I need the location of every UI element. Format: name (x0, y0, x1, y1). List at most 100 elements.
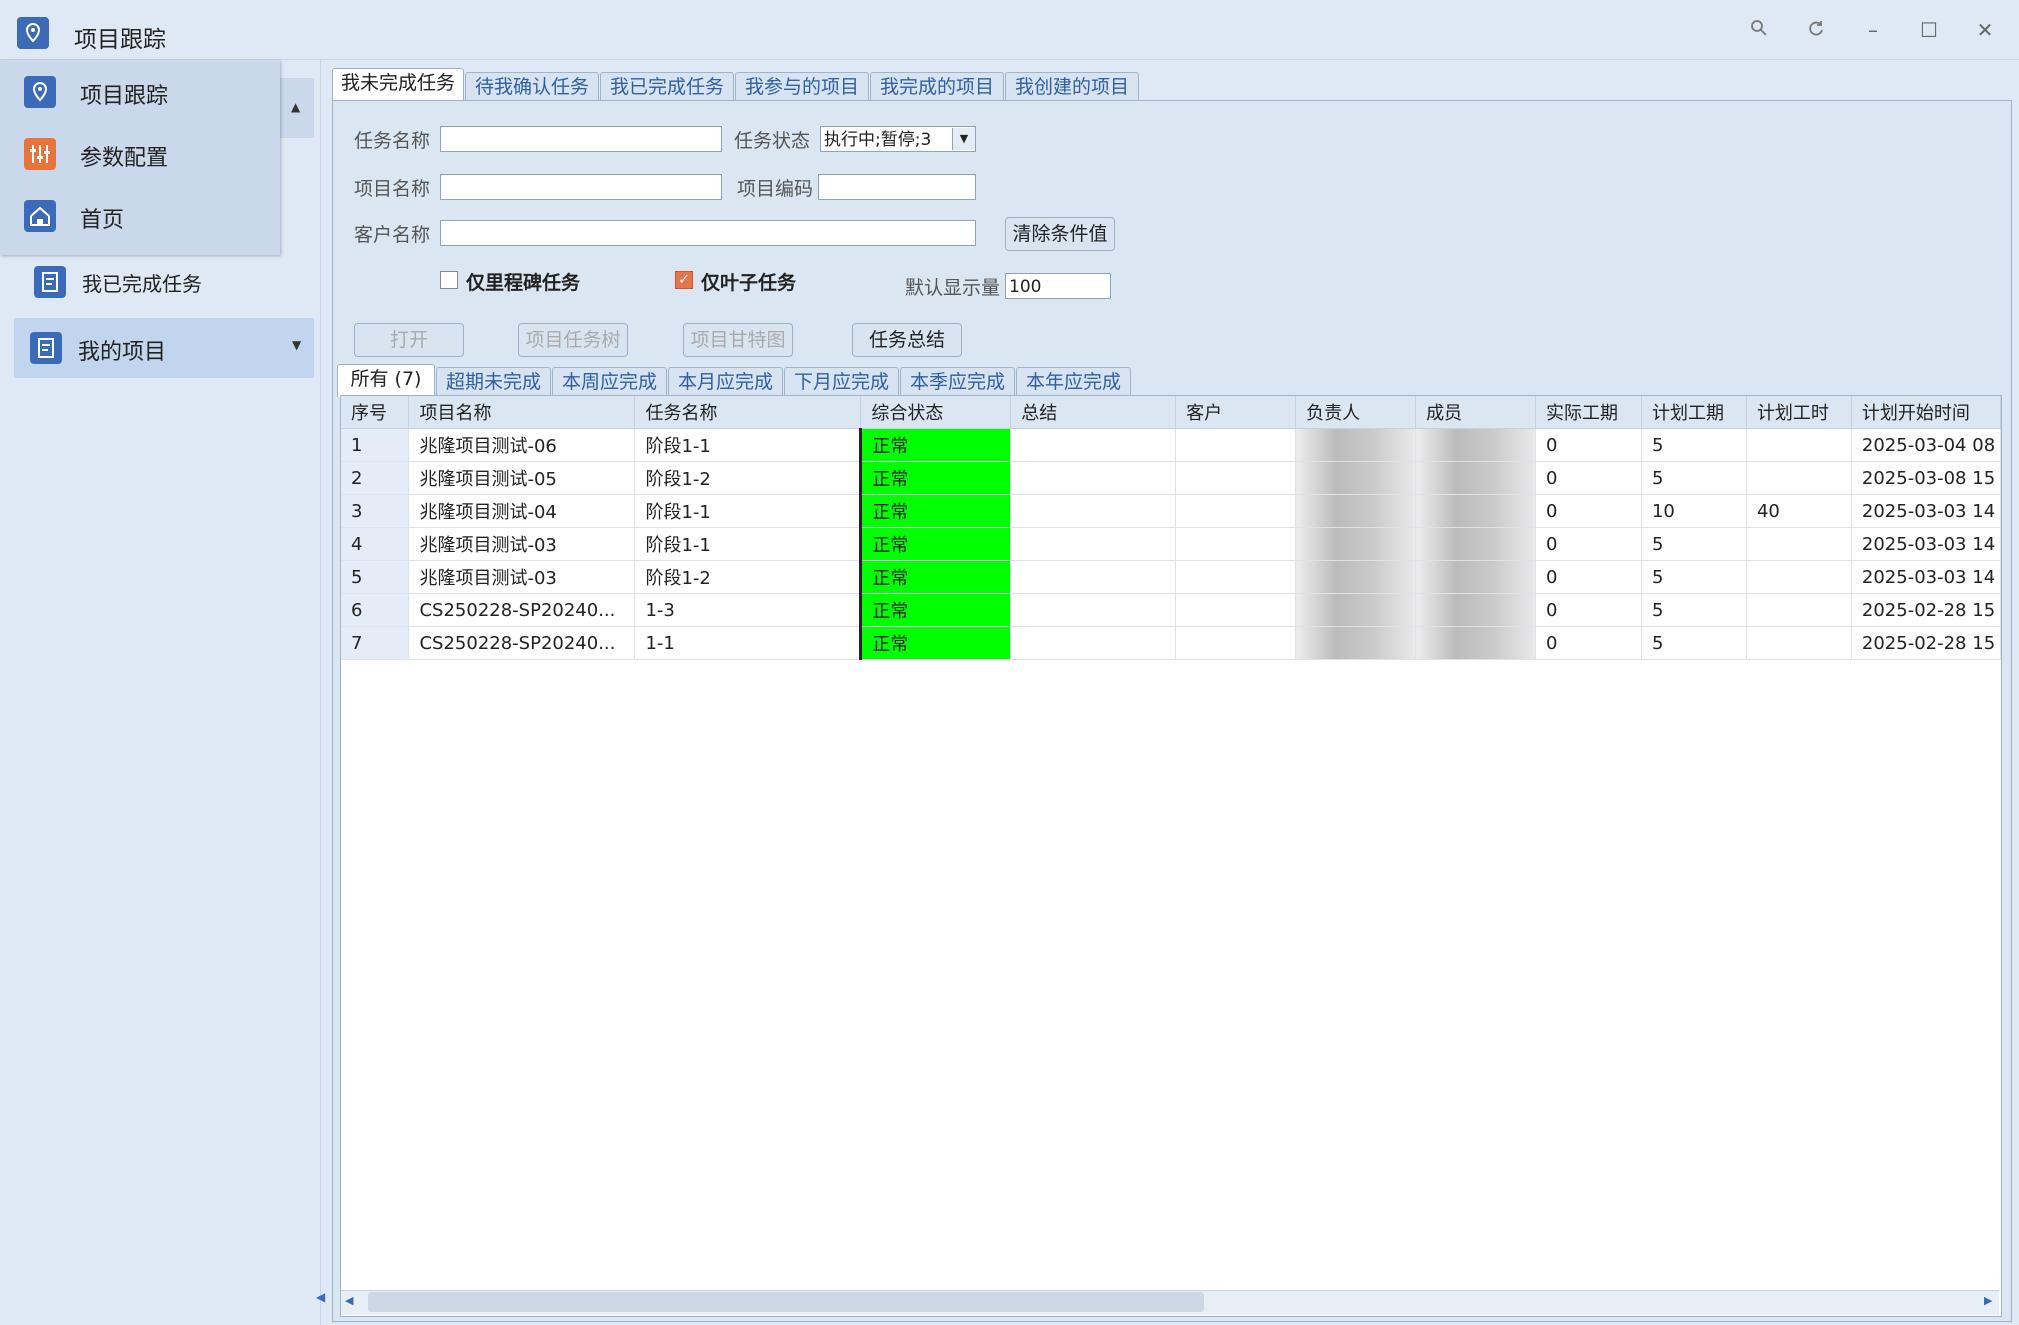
tab-my-completed-projects[interactable]: 我完成的项目 (870, 72, 1004, 101)
table-row[interactable]: 5 兆隆项目测试-03 阶段1-2 正常 0 5 2025-03-03 14 (341, 560, 2001, 594)
column-header[interactable]: 实际工期 (1535, 396, 1642, 429)
table-cell: 阶段1-2 (634, 461, 862, 495)
table-row[interactable]: 2 兆隆项目测试-05 阶段1-2 正常 0 5 2025-03-08 15 (341, 461, 2001, 495)
table-cell (1175, 428, 1297, 462)
column-header[interactable]: 成员 (1415, 396, 1536, 429)
table-cell: 7 (341, 626, 410, 660)
column-header[interactable]: 负责人 (1295, 396, 1417, 429)
sidebar-item-label: 我已完成任务 (82, 272, 202, 296)
table-cell (1010, 527, 1177, 561)
project-name-input[interactable] (440, 174, 722, 200)
table-cell: 正常 (859, 593, 1012, 627)
table-cell (1175, 593, 1297, 627)
milestone-only-checkbox[interactable] (440, 271, 458, 289)
table-cell: 2025-03-04 08 (1851, 428, 2001, 462)
sidebar-item-label: 我的项目 (78, 340, 167, 365)
table-row[interactable]: 3 兆隆项目测试-04 阶段1-1 正常 0 10 40 2025-03-03 14 (341, 494, 2001, 528)
subtab-this-week[interactable]: 本周应完成 (552, 367, 667, 396)
refresh-icon[interactable] (1800, 14, 1832, 46)
project-code-input[interactable] (818, 174, 976, 200)
customer-name-input[interactable] (440, 220, 976, 246)
open-button[interactable]: 打开 (354, 323, 464, 357)
column-header[interactable]: 客户 (1175, 396, 1297, 429)
tab-my-created-projects[interactable]: 我创建的项目 (1005, 72, 1139, 101)
table-cell: 正常 (859, 494, 1012, 528)
maximize-icon[interactable]: ☐ (1913, 14, 1945, 46)
column-header[interactable]: 任务名称 (634, 396, 862, 429)
table-cell: 2 (341, 461, 410, 495)
home-icon (24, 200, 56, 232)
caret-down-icon[interactable]: ▼ (292, 338, 301, 352)
table-cell (1415, 626, 1536, 660)
close-icon[interactable]: ✕ (1969, 14, 2001, 46)
default-count-input[interactable]: 100 (1005, 273, 1111, 299)
table-cell (1746, 593, 1852, 627)
table-cell: 5 (1641, 461, 1747, 495)
scroll-right-icon[interactable]: ▶ (1984, 1294, 1992, 1307)
leaf-only-checkbox[interactable]: ✓ (675, 271, 693, 289)
collapse-sidebar-icon[interactable]: ◀ (316, 1290, 325, 1304)
table-cell (1746, 626, 1852, 660)
chevron-down-icon[interactable]: ▼ (952, 128, 975, 150)
subtab-this-month[interactable]: 本月应完成 (668, 367, 783, 396)
sidebar-item-done-tasks[interactable]: 我已完成任务 (34, 262, 314, 302)
tab-my-participated-projects[interactable]: 我参与的项目 (735, 72, 869, 101)
tab-pending-confirm[interactable]: 待我确认任务 (465, 72, 599, 101)
table-cell: 正常 (859, 527, 1012, 561)
scrollbar-thumb[interactable] (368, 1292, 1204, 1312)
tab-my-completed-tasks[interactable]: 我已完成任务 (600, 72, 734, 101)
subtab-overdue[interactable]: 超期未完成 (436, 367, 551, 396)
table-cell: 2025-03-03 14 (1851, 527, 2001, 561)
task-tree-button[interactable]: 项目任务树 (518, 323, 628, 357)
sidebar-item-my-projects[interactable]: 我的项目 ▼ (14, 318, 314, 378)
table-row[interactable]: 4 兆隆项目测试-03 阶段1-1 正常 0 5 2025-03-03 14 (341, 527, 2001, 561)
table-cell (1295, 527, 1417, 561)
project-name-label: 项目名称 (354, 178, 431, 200)
task-name-input[interactable] (440, 126, 722, 152)
minimize-icon[interactable]: – (1857, 14, 1889, 46)
caret-up-icon[interactable]: ▲ (291, 100, 300, 114)
tab-my-unfinished-tasks[interactable]: 我未完成任务 (332, 68, 464, 102)
menu-item-parameter-config[interactable]: 参数配置 (0, 122, 280, 184)
table-cell (1175, 560, 1297, 594)
table-cell: 0 (1535, 593, 1642, 627)
column-header[interactable]: 综合状态 (860, 396, 1012, 429)
table-cell: 2025-03-03 14 (1851, 494, 2001, 528)
search-icon[interactable] (1743, 14, 1775, 46)
table-cell: 2025-03-08 15 (1851, 461, 2001, 495)
table-cell: 阶段1-1 (634, 527, 862, 561)
table-cell: 0 (1535, 428, 1642, 462)
column-header[interactable]: 计划开始时间 (1851, 396, 2001, 429)
location-pin-icon (24, 76, 56, 108)
subtab-next-month[interactable]: 下月应完成 (784, 367, 899, 396)
table-cell: 兆隆项目测试-03 (408, 560, 636, 594)
subtab-this-year[interactable]: 本年应完成 (1016, 367, 1131, 396)
table-cell (1010, 428, 1177, 462)
table-cell: 2025-02-28 15 (1851, 626, 2001, 660)
table-cell: 5 (341, 560, 410, 594)
menu-item-project-tracking[interactable]: 项目跟踪 (0, 60, 280, 122)
column-header[interactable]: 总结 (1010, 396, 1177, 429)
table-cell: 正常 (859, 461, 1012, 495)
task-summary-button[interactable]: 任务总结 (852, 323, 962, 357)
gantt-chart-button[interactable]: 项目甘特图 (683, 323, 793, 357)
table-cell: 1-3 (634, 593, 862, 627)
table-row[interactable]: 6 CS250228-SP20240... 1-3 正常 0 5 2025-02-28 15 (341, 593, 2001, 627)
table-cell: 4 (341, 527, 410, 561)
column-header[interactable]: 计划工时 (1746, 396, 1852, 429)
column-header[interactable]: 序号 (341, 396, 410, 429)
table-cell: 兆隆项目测试-05 (408, 461, 636, 495)
document-icon (30, 332, 62, 364)
table-cell (1295, 428, 1417, 462)
table-row[interactable]: 7 CS250228-SP20240... 1-1 正常 0 5 2025-02-28 15 (341, 626, 2001, 660)
clear-conditions-button[interactable]: 清除条件值 (1005, 217, 1115, 251)
table-row[interactable]: 1 兆隆项目测试-06 阶段1-1 正常 0 5 2025-03-04 08 (341, 428, 2001, 462)
table-cell: 0 (1535, 560, 1642, 594)
column-header[interactable]: 项目名称 (408, 396, 636, 429)
menu-item-home[interactable]: 首页 (0, 184, 280, 246)
subtab-this-quarter[interactable]: 本季应完成 (900, 367, 1015, 396)
subtab-all[interactable]: 所有 (7) (337, 364, 435, 397)
table-cell: 阶段1-2 (634, 560, 862, 594)
scroll-left-icon[interactable]: ◀ (345, 1294, 353, 1307)
column-header[interactable]: 计划工期 (1641, 396, 1747, 429)
